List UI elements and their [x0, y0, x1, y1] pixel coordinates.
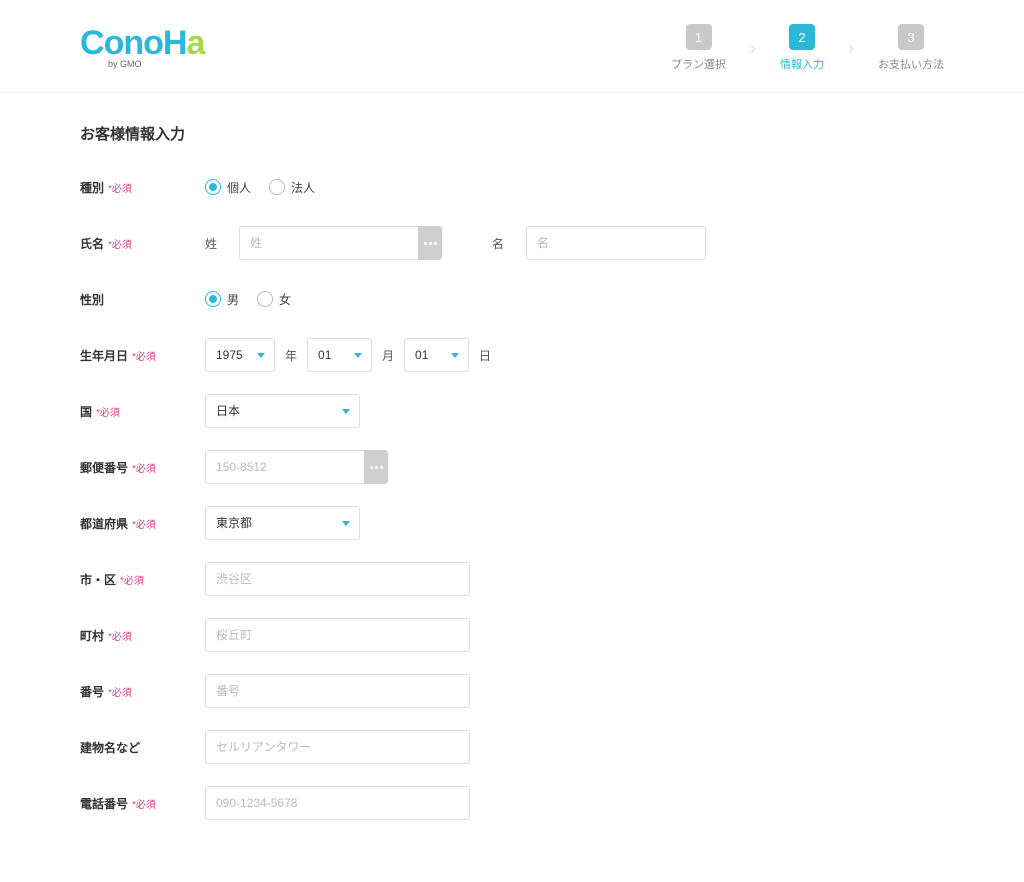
label-street: 番号	[80, 683, 104, 700]
radio-icon	[205, 179, 221, 195]
city-input[interactable]	[205, 562, 470, 596]
row-country: 国 *必須 日本	[80, 394, 944, 428]
sublabel-lastname: 姓	[205, 235, 229, 252]
radio-label: 法人	[291, 179, 315, 196]
logo: ConoHa by GMO	[80, 24, 204, 69]
prefecture-select[interactable]: 東京都	[205, 506, 360, 540]
row-phone: 電話番号 *必須	[80, 786, 944, 820]
label-birthdate: 生年月日	[80, 347, 128, 364]
unit-day: 日	[479, 347, 491, 364]
country-select[interactable]: 日本	[205, 394, 360, 428]
radio-male[interactable]: 男	[205, 291, 239, 308]
row-postal: 郵便番号 *必須	[80, 450, 944, 484]
label-city: 市・区	[80, 571, 116, 588]
row-birthdate: 生年月日 *必須 1975 年 01 月 01 日	[80, 338, 944, 372]
unit-month: 月	[382, 347, 394, 364]
label-town: 町村	[80, 627, 104, 644]
chevron-right-icon: ›	[848, 38, 854, 59]
name-helper-button[interactable]	[418, 226, 442, 260]
step-number: 2	[789, 24, 815, 50]
label-phone: 電話番号	[80, 795, 128, 812]
row-city: 市・区 *必須	[80, 562, 944, 596]
required-badge: *必須	[132, 348, 156, 363]
row-building: 建物名など	[80, 730, 944, 764]
header: ConoHa by GMO 1 プラン選択 › 2 情報入力 › 3 お支払い方…	[0, 0, 1024, 93]
logo-subtext: by GMO	[108, 59, 204, 69]
required-badge: *必須	[132, 796, 156, 811]
lastname-input[interactable]	[239, 226, 419, 260]
step-info: 2 情報入力	[780, 24, 824, 72]
chevron-right-icon: ›	[750, 38, 756, 59]
radio-icon	[257, 291, 273, 307]
row-gender: 性別 男 女	[80, 282, 944, 316]
postal-input[interactable]	[205, 450, 365, 484]
logo-part: H	[163, 24, 187, 63]
row-name: 氏名 *必須 姓 名	[80, 226, 944, 260]
label-building: 建物名など	[80, 739, 140, 756]
label-prefecture: 都道府県	[80, 515, 128, 532]
step-payment: 3 お支払い方法	[878, 24, 944, 72]
form-content: お客様情報入力 種別 *必須 個人 法人 氏名 *必須	[0, 93, 1024, 882]
phone-input[interactable]	[205, 786, 470, 820]
radio-label: 男	[227, 291, 239, 308]
radio-female[interactable]: 女	[257, 291, 291, 308]
required-badge: *必須	[120, 572, 144, 587]
logo-part: C	[80, 24, 104, 63]
required-badge: *必須	[108, 684, 132, 699]
required-badge: *必須	[108, 236, 132, 251]
step-number: 1	[686, 24, 712, 50]
row-prefecture: 都道府県 *必須 東京都	[80, 506, 944, 540]
radio-corporate[interactable]: 法人	[269, 179, 315, 196]
street-input[interactable]	[205, 674, 470, 708]
birth-day-select[interactable]: 01	[404, 338, 469, 372]
page-title: お客様情報入力	[80, 123, 944, 144]
label-type: 種別	[80, 179, 104, 196]
row-street: 番号 *必須	[80, 674, 944, 708]
label-country: 国	[80, 403, 92, 420]
logo-part: a	[186, 24, 204, 63]
sublabel-firstname: 名	[492, 235, 516, 252]
row-town: 町村 *必須	[80, 618, 944, 652]
unit-year: 年	[285, 347, 297, 364]
birth-month-select[interactable]: 01	[307, 338, 372, 372]
dots-icon	[424, 242, 437, 245]
radio-individual[interactable]: 個人	[205, 179, 251, 196]
postal-lookup-button[interactable]	[364, 450, 388, 484]
radio-icon	[269, 179, 285, 195]
step-plan: 1 プラン選択	[671, 24, 726, 72]
logo-part: ono	[104, 24, 163, 63]
radio-icon	[205, 291, 221, 307]
step-number: 3	[898, 24, 924, 50]
required-badge: *必須	[132, 460, 156, 475]
birth-year-select[interactable]: 1975	[205, 338, 275, 372]
building-input[interactable]	[205, 730, 470, 764]
label-gender: 性別	[80, 291, 104, 308]
step-label: お支払い方法	[878, 56, 944, 72]
step-indicator: 1 プラン選択 › 2 情報入力 › 3 お支払い方法	[671, 24, 944, 72]
radio-label: 個人	[227, 179, 251, 196]
label-postal: 郵便番号	[80, 459, 128, 476]
required-badge: *必須	[132, 516, 156, 531]
step-label: 情報入力	[780, 56, 824, 72]
town-input[interactable]	[205, 618, 470, 652]
row-type: 種別 *必須 個人 法人	[80, 170, 944, 204]
label-name: 氏名	[80, 235, 104, 252]
dots-icon	[370, 466, 383, 469]
firstname-input[interactable]	[526, 226, 706, 260]
step-label: プラン選択	[671, 56, 726, 72]
required-badge: *必須	[108, 628, 132, 643]
required-badge: *必須	[108, 180, 132, 195]
radio-label: 女	[279, 291, 291, 308]
required-badge: *必須	[96, 404, 120, 419]
